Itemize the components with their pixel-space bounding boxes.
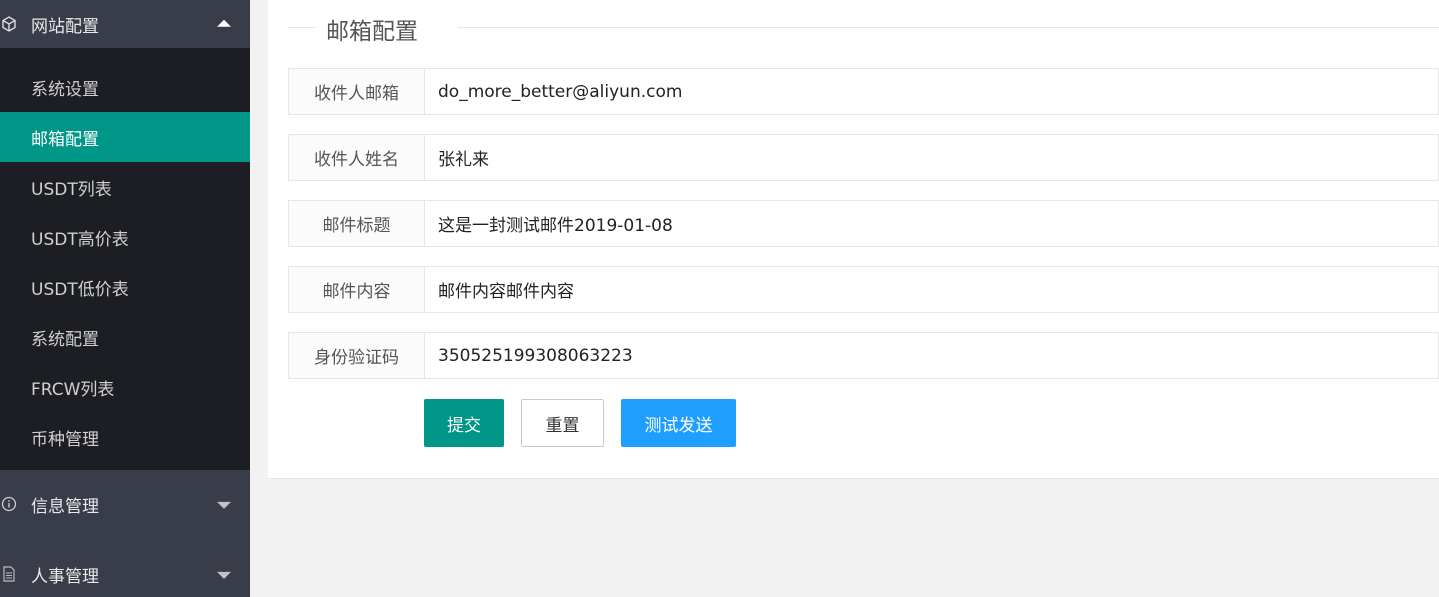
divider	[288, 27, 316, 28]
auth-code-input[interactable]: 350525199308063223	[425, 332, 1439, 379]
field-label: 邮件标题	[288, 200, 425, 247]
email-content-input[interactable]: 邮件内容邮件内容	[425, 266, 1439, 313]
sidebar-item-usdt-list[interactable]: USDT列表	[0, 162, 250, 212]
sidebar-item-label: 邮箱配置	[31, 129, 99, 150]
document-icon	[0, 565, 18, 583]
form-row-auth-code: 身份验证码 350525199308063223	[288, 332, 1439, 379]
caret-down-icon	[217, 501, 231, 509]
sidebar-item-usdt-low-price[interactable]: USDT低价表	[0, 262, 250, 312]
caret-up-icon	[217, 19, 231, 27]
email-subject-input[interactable]: 这是一封测试邮件2019-01-08	[425, 200, 1439, 247]
nav-group-info-management[interactable]: 信息管理	[0, 470, 250, 538]
caret-down-icon	[217, 571, 231, 579]
info-icon	[0, 495, 18, 513]
test-send-button[interactable]: 测试发送	[621, 399, 736, 447]
sidebar-item-currency-management[interactable]: 币种管理	[0, 412, 250, 462]
nav-group-label: 网站配置	[31, 16, 99, 37]
field-label: 身份验证码	[288, 332, 425, 379]
reset-button[interactable]: 重置	[521, 399, 604, 447]
sub-menu-website-config: 系统设置 邮箱配置 USDT列表 USDT高价表 USDT低价表 系统配置 FR…	[0, 48, 250, 470]
field-label: 邮件内容	[288, 266, 425, 313]
sidebar-item-label: USDT列表	[31, 179, 112, 200]
email-config-panel: 邮箱配置 收件人邮箱 do_more_better@aliyun.com 收件人…	[268, 0, 1439, 479]
sidebar-item-label: 系统设置	[31, 79, 99, 100]
sidebar-item-label: 币种管理	[31, 429, 99, 450]
recipient-name-input[interactable]: 张礼来	[425, 134, 1439, 181]
section-title: 邮箱配置	[326, 19, 418, 45]
submit-button[interactable]: 提交	[424, 399, 504, 447]
nav-group-hr-management[interactable]: 人事管理	[0, 538, 250, 597]
nav-group-label: 信息管理	[31, 496, 99, 517]
form-row-recipient-name: 收件人姓名 张礼来	[288, 134, 1439, 181]
sidebar: 网站配置 系统设置 邮箱配置 USDT列表 USDT高价表 USDT低价表 系统…	[0, 0, 250, 597]
sidebar-item-label: FRCW列表	[31, 379, 115, 400]
nav-group-label: 人事管理	[31, 566, 99, 587]
sidebar-item-system-settings[interactable]: 系统设置	[0, 62, 250, 112]
field-label: 收件人邮箱	[288, 68, 425, 115]
sidebar-item-usdt-high-price[interactable]: USDT高价表	[0, 212, 250, 262]
recipient-email-input[interactable]: do_more_better@aliyun.com	[425, 68, 1439, 115]
field-label: 收件人姓名	[288, 134, 425, 181]
cube-icon	[0, 15, 18, 33]
divider	[458, 27, 1439, 28]
sidebar-item-label: 系统配置	[31, 329, 99, 350]
form-row-recipient-email: 收件人邮箱 do_more_better@aliyun.com	[288, 68, 1439, 115]
sidebar-item-label: USDT低价表	[31, 279, 129, 300]
sidebar-item-email-config[interactable]: 邮箱配置	[0, 112, 250, 162]
form-row-email-content: 邮件内容 邮件内容邮件内容	[288, 266, 1439, 313]
sidebar-item-system-config[interactable]: 系统配置	[0, 312, 250, 362]
sidebar-item-frcw-list[interactable]: FRCW列表	[0, 362, 250, 412]
form-row-email-subject: 邮件标题 这是一封测试邮件2019-01-08	[288, 200, 1439, 247]
section-header: 邮箱配置	[288, 0, 1439, 56]
sidebar-item-label: USDT高价表	[31, 229, 129, 250]
form-actions: 提交 重置 测试发送	[424, 399, 736, 447]
nav-group-website-config[interactable]: 网站配置	[0, 0, 250, 48]
